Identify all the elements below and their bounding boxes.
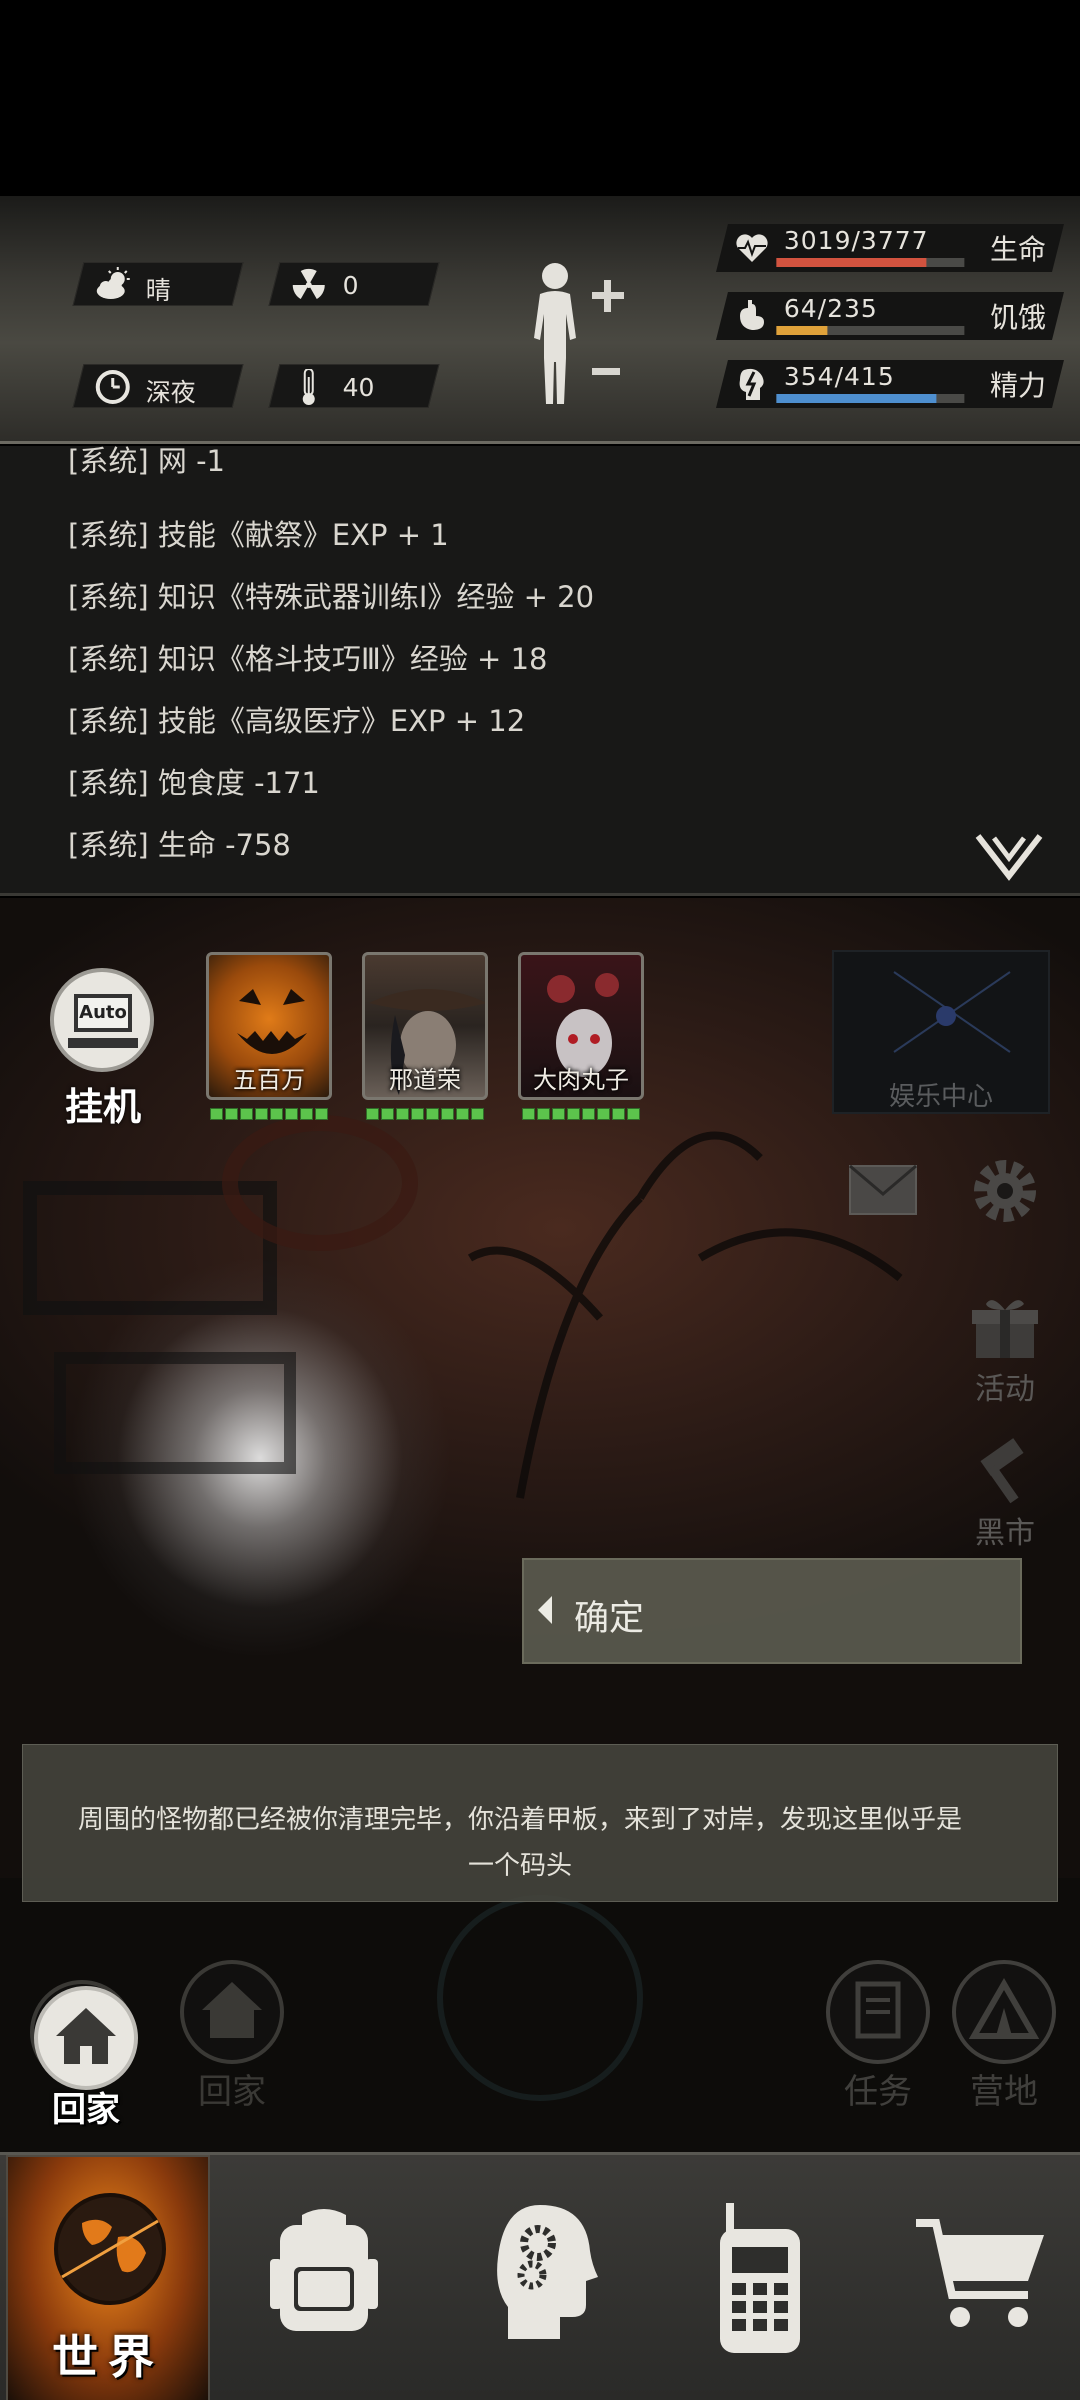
radiation-indicator: 0: [268, 262, 440, 306]
confirm-button[interactable]: 确定: [522, 1558, 1022, 1664]
vital-health: 3019/3777 生命: [716, 224, 1064, 272]
radiation-value: 0: [342, 271, 359, 300]
health-label: 生命: [990, 233, 1047, 266]
narrative-message-text: 周围的怪物都已经被你清理完毕，你沿着甲板，来到了对岸，发现这里似乎是一个码头: [77, 1805, 962, 1881]
home-secondary-button[interactable]: 回家: [180, 1960, 284, 2112]
hunger-bar-fill: [776, 326, 828, 335]
temperature-value: 40: [342, 373, 375, 402]
heart-pulse-icon: [736, 234, 768, 262]
weather-indicator: 晴: [72, 262, 244, 306]
bottom-navigation: 世界: [0, 2152, 1080, 2400]
home-ghost-label: 回家: [198, 2072, 266, 2112]
entertainment-label: 娱乐中心: [888, 1082, 993, 1112]
cloud-sun-icon: [96, 267, 130, 299]
auto-label: 挂机: [64, 1085, 141, 1129]
home-label: 回家: [52, 2090, 120, 2130]
party-hp-bar: [366, 1108, 484, 1120]
game-scene: Auto 挂机 五百万 邢道荣 大肉丸子 娱乐中心 活动 黑市 确定 周围的怪物…: [0, 898, 1080, 2152]
nav-backpack-tab[interactable]: [226, 2155, 422, 2400]
energy-bar: [776, 394, 965, 403]
activity-label: 活动: [975, 1372, 1035, 1407]
backpack-icon: [270, 2209, 378, 2331]
expand-log-chevron-icon[interactable]: [974, 832, 1044, 882]
head-gears-icon: [497, 2205, 598, 2339]
gear-icon[interactable]: [964, 1150, 1046, 1232]
task-label: 任务: [844, 2072, 912, 2112]
narrative-message-box: 周围的怪物都已经被你清理完毕，你沿着甲板，来到了对岸，发现这里似乎是一个码头: [22, 1744, 1058, 1902]
globe-icon: [54, 2193, 166, 2305]
nav-world-tab[interactable]: 世界: [6, 2155, 210, 2400]
party-member-card[interactable]: 邢道荣: [362, 952, 492, 1120]
nav-shop-tab[interactable]: [880, 2155, 1076, 2400]
vital-energy: 354/415 精力: [716, 360, 1064, 408]
hunger-value: 64/235: [783, 294, 878, 323]
log-line-partial: [系统] 网 -1: [68, 446, 225, 478]
party-member-name: 大肉丸子: [533, 1066, 629, 1094]
health-value: 3019/3777: [783, 226, 929, 255]
clock-icon: [95, 370, 130, 404]
nav-radio-tab[interactable]: [662, 2155, 858, 2400]
hunger-bar: [776, 326, 965, 335]
log-line: [系统] 知识《格斗技巧Ⅲ》经验 + 18: [68, 642, 548, 676]
party-member-name: 五百万: [233, 1066, 305, 1094]
black-market-label: 黑市: [975, 1516, 1035, 1551]
party-hp-bar: [210, 1108, 328, 1120]
confirm-label: 确定: [574, 1599, 645, 1639]
mail-icon[interactable]: [846, 1160, 920, 1220]
energy-value: 354/415: [783, 362, 895, 391]
energy-bar-fill: [776, 394, 937, 403]
nav-world-label: 世界: [52, 2330, 164, 2384]
gavel-icon: [980, 1438, 1024, 1504]
home-icon: [202, 1982, 262, 2038]
log-line: [系统] 知识《特殊武器训练Ⅰ》经验 + 20: [68, 580, 595, 614]
time-label: 深夜: [145, 378, 196, 407]
radiation-icon: [292, 268, 325, 299]
health-bar-fill: [776, 258, 927, 267]
activity-button[interactable]: 活动: [962, 1294, 1048, 1407]
tent-icon: [968, 1977, 1040, 2039]
party-portrait-cowboy: 邢道荣: [362, 952, 488, 1100]
body-status-button[interactable]: [520, 258, 630, 408]
walkie-talkie-icon: [720, 2203, 800, 2353]
hunger-label: 饥饿: [990, 301, 1047, 334]
temperature-indicator: 40: [268, 364, 440, 408]
party-hp-bar: [522, 1108, 640, 1120]
auto-badge: Auto: [74, 994, 132, 1032]
party-portrait-pumpkin: 五百万: [206, 952, 332, 1100]
entertainment-center-button[interactable]: 娱乐中心: [832, 950, 1050, 1114]
stomach-icon: [740, 300, 764, 330]
status-panel: 晴 0 深夜 40 3019/3777 生命 64/235 饥饿 354/415…: [0, 196, 1080, 444]
home-icon: [34, 1986, 138, 2090]
left-arrow-icon: [538, 1596, 552, 1624]
party-member-card[interactable]: 大肉丸子: [518, 952, 648, 1120]
task-list-icon: [855, 1981, 901, 2039]
vital-hunger: 64/235 饥饿: [716, 292, 1064, 340]
log-line: [系统] 生命 -758: [68, 828, 291, 862]
party-member-card[interactable]: 五百万: [206, 952, 336, 1120]
auto-icon: Auto: [50, 968, 154, 1072]
weather-label: 晴: [145, 276, 171, 305]
camp-button[interactable]: 营地: [952, 1960, 1056, 2112]
body-figure-icon: [534, 263, 624, 404]
auto-idle-button[interactable]: Auto 挂机: [46, 968, 160, 1129]
time-indicator: 深夜: [72, 364, 244, 408]
thermometer-icon: [302, 369, 315, 405]
camp-label: 营地: [970, 2072, 1038, 2112]
log-line: [系统] 技能《高级医疗》EXP + 12: [68, 704, 526, 738]
party-portrait-masked: 大肉丸子: [518, 952, 644, 1100]
home-button[interactable]: 回家: [30, 1986, 142, 2130]
gift-icon: [972, 1300, 1038, 1358]
energy-label: 精力: [990, 369, 1047, 402]
log-line: [系统] 饱食度 -171: [68, 766, 320, 800]
health-bar: [776, 258, 965, 267]
party-member-name: 邢道荣: [389, 1066, 461, 1094]
nav-skills-tab[interactable]: [444, 2155, 640, 2400]
task-button[interactable]: 任务: [826, 1960, 930, 2112]
brain-bolt-icon: [739, 368, 764, 400]
message-log[interactable]: [系统] 网 -1 [系统] 技能《献祭》EXP + 1 [系统] 知识《特殊武…: [0, 446, 1080, 896]
shopping-cart-icon: [916, 2219, 1044, 2327]
log-line: [系统] 技能《献祭》EXP + 1: [68, 518, 449, 552]
map-radar-icon: [893, 971, 1011, 1053]
black-market-button[interactable]: 黑市: [962, 1438, 1048, 1551]
